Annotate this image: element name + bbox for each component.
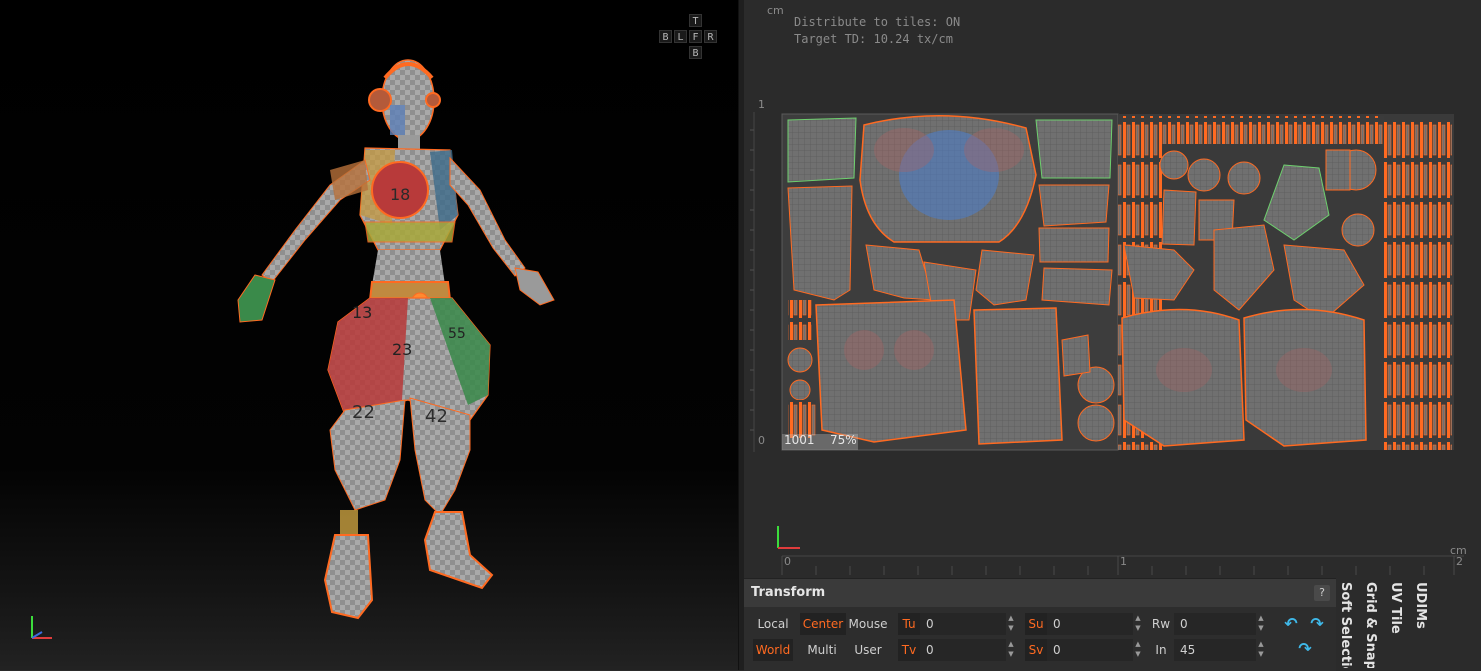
tile-fill-label: 75%: [830, 433, 857, 447]
svg-text:42: 42: [425, 406, 448, 427]
rw-spinner[interactable]: ▲ ▼: [1256, 613, 1266, 635]
sv-label: Sv: [1025, 639, 1047, 661]
character-model[interactable]: 18 13 23 55 22 42: [0, 0, 738, 670]
svg-text:23: 23: [392, 340, 412, 359]
navigation-cube[interactable]: T B L F R B: [656, 14, 722, 62]
rw-field[interactable]: 0: [1174, 613, 1256, 635]
in-spinner[interactable]: ▲ ▼: [1256, 639, 1266, 661]
navcube-top[interactable]: T: [689, 14, 702, 27]
svg-text:55: 55: [448, 326, 466, 342]
tab-udims[interactable]: UDIMs: [1413, 582, 1428, 668]
uv-tile-1001: [781, 113, 1119, 451]
sv-spinner[interactable]: ▲ ▼: [1133, 639, 1143, 661]
transform-panel: Transform ? Local Center Mouse World Mul…: [744, 578, 1336, 671]
navcube-bottom[interactable]: B: [689, 46, 702, 59]
user-button[interactable]: User: [848, 639, 888, 661]
tu-field[interactable]: 0: [920, 613, 1006, 635]
uv-editor[interactable]: cm Distribute to tiles: ON Target TD: 10…: [744, 0, 1481, 578]
x-tick-0: 0: [784, 555, 791, 568]
tab-uv-tile[interactable]: UV Tile: [1388, 582, 1403, 668]
y-tick-0: 0: [758, 434, 765, 447]
tile-id-label: 1001: [784, 433, 815, 447]
rw-label: Rw: [1151, 617, 1171, 631]
rotate-left-icon[interactable]: ↶: [1282, 615, 1300, 633]
tu-spinner[interactable]: ▲ ▼: [1006, 613, 1016, 635]
sv-field[interactable]: 0: [1047, 639, 1133, 661]
navcube-front[interactable]: F: [689, 30, 702, 43]
uv-axis-icon: [777, 526, 800, 549]
rotate-right-icon[interactable]: ↷: [1308, 615, 1326, 633]
mouse-button[interactable]: Mouse: [848, 613, 888, 635]
unit-label-right: cm: [1450, 544, 1467, 557]
tv-spinner[interactable]: ▲ ▼: [1006, 639, 1016, 661]
navcube-back[interactable]: B: [659, 30, 672, 43]
uv-canvas[interactable]: [744, 0, 1481, 578]
in-label: In: [1155, 643, 1167, 657]
x-tick-1: 1: [1120, 555, 1127, 568]
rotate-down-icon[interactable]: ↷: [1296, 640, 1314, 658]
transform-header[interactable]: Transform ?: [744, 579, 1336, 607]
su-field[interactable]: 0: [1047, 613, 1133, 635]
in-field[interactable]: 45: [1174, 639, 1256, 661]
3d-viewport[interactable]: 18 13 23 55 22 42 T B L F R B: [0, 0, 738, 670]
uv-tile-overflow: [1118, 114, 1454, 450]
y-tick-1: 1: [758, 98, 765, 111]
tv-field[interactable]: 0: [920, 639, 1006, 661]
help-button[interactable]: ?: [1314, 585, 1330, 601]
tab-grid-snap[interactable]: Grid & Snap: [1363, 582, 1378, 668]
navcube-right[interactable]: R: [704, 30, 717, 43]
local-button[interactable]: Local: [753, 613, 793, 635]
side-tabs: Soft Selectio Grid & Snap UV Tile UDIMs: [1336, 578, 1481, 670]
su-label: Su: [1025, 613, 1047, 635]
svg-text:13: 13: [352, 303, 372, 322]
axis-gizmo-icon: [31, 616, 52, 639]
tab-soft-selection[interactable]: Soft Selectio: [1338, 582, 1353, 668]
svg-text:18: 18: [390, 185, 410, 204]
navcube-left[interactable]: L: [674, 30, 687, 43]
transform-title: Transform: [751, 585, 826, 600]
multi-button[interactable]: Multi: [802, 639, 842, 661]
svg-text:22: 22: [352, 402, 375, 423]
tu-label: Tu: [898, 613, 920, 635]
center-button[interactable]: Center: [800, 613, 846, 635]
su-spinner[interactable]: ▲ ▼: [1133, 613, 1143, 635]
tv-label: Tv: [898, 639, 920, 661]
world-button[interactable]: World: [753, 639, 793, 661]
